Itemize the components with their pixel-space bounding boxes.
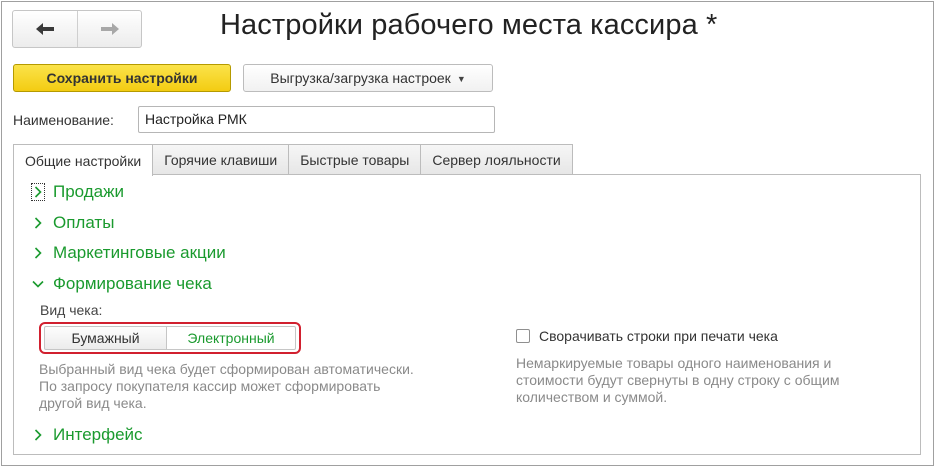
group-interface[interactable]: Интерфейс	[32, 425, 143, 445]
group-receipt[interactable]: Формирование чека	[32, 274, 212, 294]
general-settings-panel: Продажи Оплаты Маркетинговые акции Форми…	[13, 174, 921, 455]
chevron-right-icon	[32, 215, 44, 231]
name-label: Наименование:	[13, 112, 114, 128]
collapse-lines-hint-line: Немаркируемые товары одного наименования…	[516, 355, 832, 371]
arrow-right-icon	[100, 23, 119, 35]
arrow-left-icon	[36, 23, 54, 35]
save-settings-button[interactable]: Сохранить настройки	[13, 64, 231, 92]
collapse-lines-label: Сворачивать строки при печати чека	[539, 328, 778, 344]
tab-hotkeys[interactable]: Горячие клавиши	[152, 144, 290, 175]
collapse-lines-option[interactable]: Сворачивать строки при печати чека	[516, 328, 778, 344]
receipt-type-toggle: Бумажный Электронный	[44, 326, 296, 350]
group-interface-label: Интерфейс	[53, 425, 143, 444]
export-import-button[interactable]: Выгрузка/загрузка настроек ▼	[243, 64, 493, 92]
collapse-lines-hint-line: количеством и суммой.	[516, 389, 668, 405]
group-receipt-label: Формирование чека	[53, 274, 212, 293]
receipt-type-highlight: Бумажный Электронный	[39, 322, 301, 354]
back-button[interactable]	[13, 11, 77, 47]
receipt-type-hint-line: Выбранный вид чека будет сформирован авт…	[39, 361, 414, 377]
receipt-type-paper-button[interactable]: Бумажный	[44, 326, 168, 350]
chevron-right-icon	[32, 245, 44, 261]
tab-bar: Общие настройки Горячие клавиши Быстрые …	[13, 144, 573, 176]
collapse-lines-hint-line: стоимости будут свернуты в одну строку с…	[516, 372, 840, 388]
group-marketing[interactable]: Маркетинговые акции	[32, 243, 226, 263]
collapse-lines-hint: Немаркируемые товары одного наименования…	[516, 355, 839, 406]
receipt-type-hint-line: другой вид чека.	[39, 395, 147, 411]
group-sales[interactable]: Продажи	[31, 182, 124, 202]
tab-quick-goods[interactable]: Быстрые товары	[288, 144, 422, 175]
group-sales-label: Продажи	[53, 182, 124, 201]
group-payments-label: Оплаты	[53, 213, 115, 232]
chevron-right-icon	[31, 183, 45, 201]
receipt-type-electronic-button[interactable]: Электронный	[167, 326, 296, 350]
receipt-type-label: Вид чека:	[40, 302, 103, 318]
chevron-right-icon	[32, 427, 44, 443]
collapse-lines-checkbox[interactable]	[516, 329, 530, 343]
page-title: Настройки рабочего места кассира *	[220, 9, 718, 41]
forward-button[interactable]	[77, 11, 141, 47]
chevron-down-icon	[32, 276, 44, 292]
tab-general[interactable]: Общие настройки	[13, 144, 154, 176]
name-input[interactable]: Настройка РМК	[138, 106, 495, 133]
tab-loyalty-server[interactable]: Сервер лояльности	[420, 144, 573, 175]
navigation-buttons	[12, 10, 142, 48]
export-import-label: Выгрузка/загрузка настроек	[270, 70, 451, 86]
group-payments[interactable]: Оплаты	[32, 213, 114, 233]
chevron-down-icon: ▼	[456, 74, 466, 84]
receipt-type-hint-line: По запросу покупателя кассир может сформ…	[39, 378, 381, 394]
receipt-type-hint: Выбранный вид чека будет сформирован авт…	[39, 361, 414, 412]
group-marketing-label: Маркетинговые акции	[53, 243, 226, 262]
